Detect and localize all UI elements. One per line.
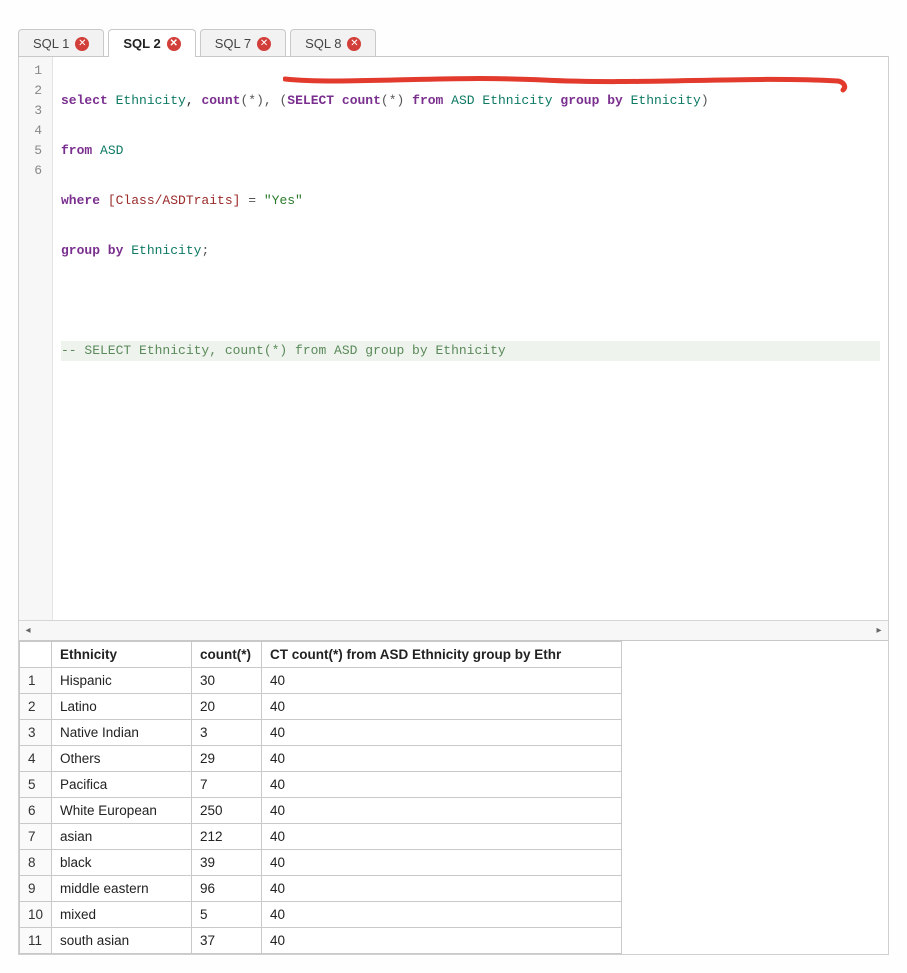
code-line: from ASD: [61, 141, 880, 161]
annotation-underline: [283, 73, 853, 93]
code-line: -- SELECT Ethnicity, count(*) from ASD g…: [61, 341, 880, 361]
cell-count: 30: [192, 668, 262, 694]
cell-count: 250: [192, 798, 262, 824]
cell-ethnicity: asian: [52, 824, 192, 850]
tab-label: SQL 8: [305, 36, 341, 51]
editor-results-panel: 1 2 3 4 5 6 select Ethnicity, count(*), …: [18, 56, 889, 955]
cell-ct: 40: [262, 720, 622, 746]
code-area[interactable]: select Ethnicity, count(*), (SELECT coun…: [53, 57, 888, 620]
close-icon[interactable]: ✕: [257, 37, 271, 51]
cell-ct: 40: [262, 850, 622, 876]
cell-ct: 40: [262, 902, 622, 928]
code-line: group by Ethnicity;: [61, 241, 880, 261]
table-row[interactable]: 5Pacifica740: [20, 772, 622, 798]
code-line: [61, 291, 880, 311]
cell-ethnicity: south asian: [52, 928, 192, 954]
line-number: 6: [25, 161, 42, 181]
row-number: 6: [20, 798, 52, 824]
cell-ct: 40: [262, 876, 622, 902]
editor-hscroll[interactable]: ◂ ▸: [19, 620, 888, 640]
header-ct[interactable]: CT count(*) from ASD Ethnicity group by …: [262, 642, 622, 668]
row-number: 3: [20, 720, 52, 746]
cell-count: 29: [192, 746, 262, 772]
header-ethnicity[interactable]: Ethnicity: [52, 642, 192, 668]
cell-count: 212: [192, 824, 262, 850]
scroll-right-icon[interactable]: ▸: [870, 622, 888, 640]
cell-ethnicity: Others: [52, 746, 192, 772]
cell-count: 20: [192, 694, 262, 720]
cell-ethnicity: black: [52, 850, 192, 876]
tab-sql1[interactable]: SQL 1 ✕: [18, 29, 104, 57]
sql-editor[interactable]: 1 2 3 4 5 6 select Ethnicity, count(*), …: [19, 56, 888, 620]
close-icon[interactable]: ✕: [347, 37, 361, 51]
cell-ct: 40: [262, 824, 622, 850]
code-line: where [Class/ASDTraits] = "Yes": [61, 191, 880, 211]
cell-ethnicity: Native Indian: [52, 720, 192, 746]
row-number: 7: [20, 824, 52, 850]
row-number: 4: [20, 746, 52, 772]
table-row[interactable]: 3Native Indian340: [20, 720, 622, 746]
row-number: 9: [20, 876, 52, 902]
row-number: 8: [20, 850, 52, 876]
table-row[interactable]: 9middle eastern9640: [20, 876, 622, 902]
cell-count: 39: [192, 850, 262, 876]
cell-count: 3: [192, 720, 262, 746]
close-icon[interactable]: ✕: [167, 37, 181, 51]
code-line: select Ethnicity, count(*), (SELECT coun…: [61, 91, 880, 111]
table-row[interactable]: 7asian21240: [20, 824, 622, 850]
header-count[interactable]: count(*): [192, 642, 262, 668]
scroll-left-icon[interactable]: ◂: [19, 622, 37, 640]
table-row[interactable]: 6White European25040: [20, 798, 622, 824]
tab-label: SQL 1: [33, 36, 69, 51]
row-number: 11: [20, 928, 52, 954]
tab-label: SQL 2: [123, 36, 160, 51]
cell-ct: 40: [262, 772, 622, 798]
cell-ethnicity: Pacifica: [52, 772, 192, 798]
tab-label: SQL 7: [215, 36, 251, 51]
line-number: 3: [25, 101, 42, 121]
cell-count: 7: [192, 772, 262, 798]
table-row[interactable]: 11south asian3740: [20, 928, 622, 954]
cell-ethnicity: mixed: [52, 902, 192, 928]
cell-ct: 40: [262, 694, 622, 720]
table-row[interactable]: 2Latino2040: [20, 694, 622, 720]
line-gutter: 1 2 3 4 5 6: [19, 57, 53, 620]
tab-strip: SQL 1 ✕ SQL 2 ✕ SQL 7 ✕ SQL 8 ✕: [18, 18, 889, 56]
cell-ct: 40: [262, 798, 622, 824]
row-number: 2: [20, 694, 52, 720]
row-number: 5: [20, 772, 52, 798]
header-rownum[interactable]: [20, 642, 52, 668]
cell-count: 5: [192, 902, 262, 928]
cell-ethnicity: Hispanic: [52, 668, 192, 694]
tab-sql7[interactable]: SQL 7 ✕: [200, 29, 286, 57]
row-number: 10: [20, 902, 52, 928]
table-row[interactable]: 8black3940: [20, 850, 622, 876]
line-number: 4: [25, 121, 42, 141]
cell-count: 37: [192, 928, 262, 954]
table-header-row: Ethnicity count(*) CT count(*) from ASD …: [20, 642, 622, 668]
results-grid: Ethnicity count(*) CT count(*) from ASD …: [19, 640, 888, 954]
cell-ethnicity: White European: [52, 798, 192, 824]
line-number: 1: [25, 61, 42, 81]
tab-sql8[interactable]: SQL 8 ✕: [290, 29, 376, 57]
close-icon[interactable]: ✕: [75, 37, 89, 51]
cell-count: 96: [192, 876, 262, 902]
results-table[interactable]: Ethnicity count(*) CT count(*) from ASD …: [19, 641, 622, 954]
line-number: 5: [25, 141, 42, 161]
cell-ethnicity: Latino: [52, 694, 192, 720]
cell-ethnicity: middle eastern: [52, 876, 192, 902]
table-row[interactable]: 10mixed540: [20, 902, 622, 928]
row-number: 1: [20, 668, 52, 694]
cell-ct: 40: [262, 746, 622, 772]
tab-sql2[interactable]: SQL 2 ✕: [108, 29, 195, 57]
table-row[interactable]: 4Others2940: [20, 746, 622, 772]
table-row[interactable]: 1Hispanic3040: [20, 668, 622, 694]
cell-ct: 40: [262, 668, 622, 694]
cell-ct: 40: [262, 928, 622, 954]
line-number: 2: [25, 81, 42, 101]
